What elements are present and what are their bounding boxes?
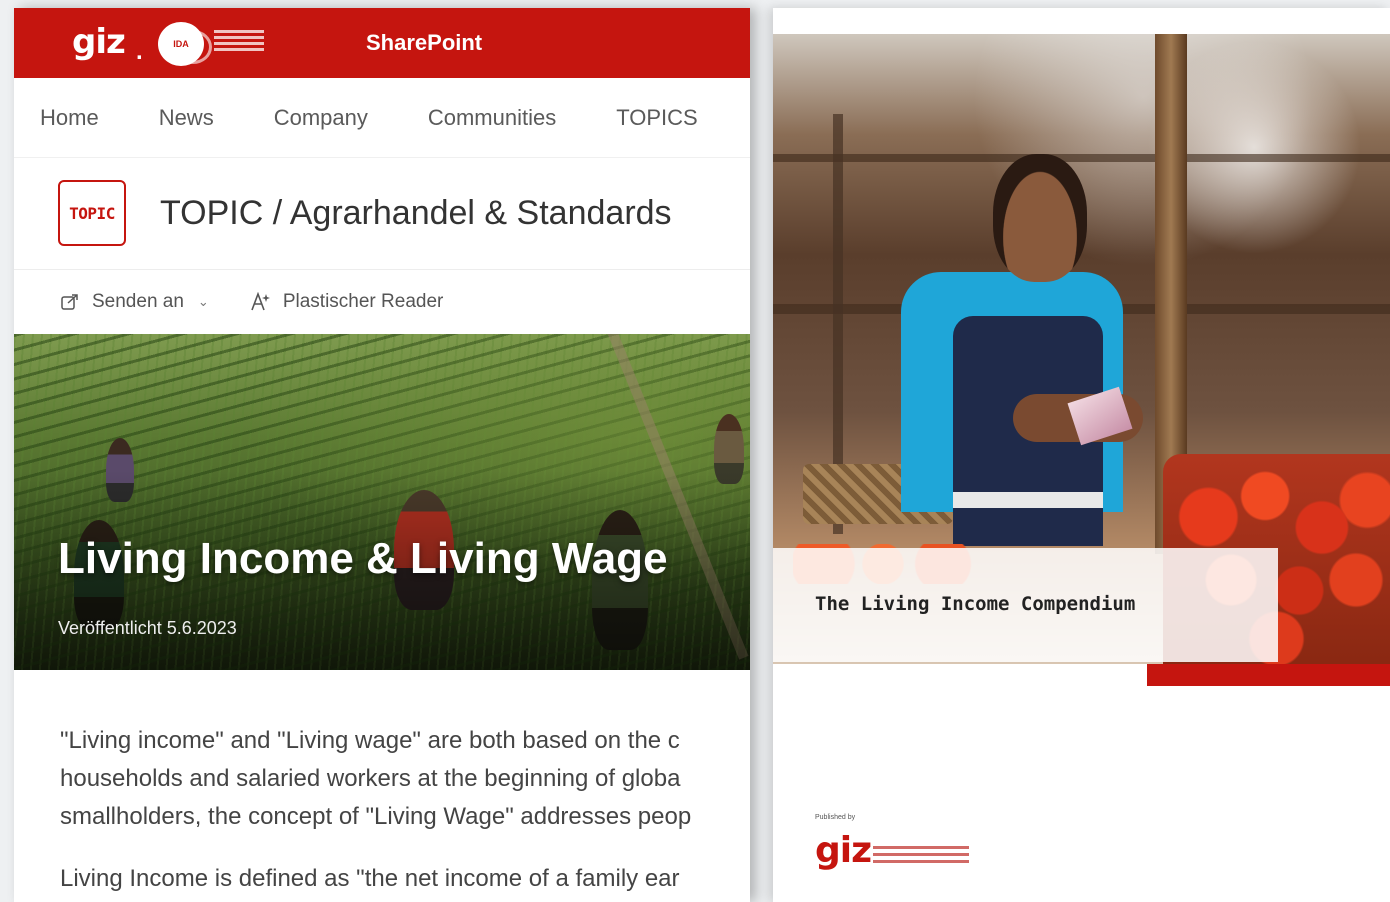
send-to-button[interactable]: Senden an ⌄ bbox=[58, 290, 209, 314]
article-body: "Living income" and "Living wage" are bo… bbox=[14, 670, 750, 898]
immersive-reader-label: Plastischer Reader bbox=[282, 291, 444, 312]
screenshot-stage: giz . IDA SharePoint Home News Company C… bbox=[0, 0, 1390, 902]
published-date: Veröffentlicht 5.6.2023 bbox=[58, 618, 237, 638]
immersive-reader-icon bbox=[249, 290, 273, 314]
article-title: Living Income & Living Wage bbox=[58, 534, 668, 583]
vendor-apron-stripe bbox=[953, 492, 1103, 508]
sharepoint-page: giz . IDA SharePoint Home News Company C… bbox=[14, 8, 750, 902]
site-logo[interactable]: TOPIC bbox=[58, 180, 126, 246]
cover-title-banner: The Living Income Compendium bbox=[773, 548, 1278, 662]
paragraph-line: "Living income" and "Living wage" are bo… bbox=[60, 727, 680, 754]
paragraph-line: Living Income is defined as "the net inc… bbox=[60, 865, 680, 892]
market-shelf bbox=[773, 154, 1390, 162]
ida-logo-text: IDA bbox=[173, 39, 189, 49]
article-paragraph: "Living income" and "Living wage" are bo… bbox=[60, 722, 750, 836]
cover-accent-bar bbox=[1147, 664, 1390, 686]
nav-item-news[interactable]: News bbox=[159, 105, 214, 131]
suite-header: giz . IDA SharePoint bbox=[14, 8, 750, 78]
hero-banner: Living Income & Living Wage Veröffentlic… bbox=[14, 334, 750, 670]
ida-logo-wordmark bbox=[214, 30, 264, 54]
cover-giz-logo: giz bbox=[815, 830, 872, 871]
logo-separator: . bbox=[136, 38, 143, 65]
site-logo-text: TOPIC bbox=[69, 203, 115, 223]
sharepoint-brand-link[interactable]: SharePoint bbox=[366, 30, 482, 56]
immersive-reader-button[interactable]: Plastischer Reader bbox=[249, 290, 444, 314]
published-by-label: Published by bbox=[815, 814, 856, 821]
send-to-label: Senden an bbox=[92, 291, 184, 312]
site-header: TOPIC TOPIC / Agrarhandel & Standards bbox=[14, 158, 750, 270]
ida-logo-icon[interactable]: IDA bbox=[158, 22, 204, 66]
paragraph-line: smallholders, the concept of "Living Wag… bbox=[60, 803, 692, 830]
vendor-head bbox=[993, 154, 1087, 282]
nav-item-company[interactable]: Company bbox=[274, 105, 368, 131]
giz-logo[interactable]: giz bbox=[72, 22, 126, 62]
nav-item-topics[interactable]: TOPICS bbox=[616, 105, 698, 131]
nav-item-communities[interactable]: Communities bbox=[428, 105, 556, 131]
cover-title: The Living Income Compendium bbox=[815, 593, 1136, 615]
share-icon bbox=[58, 290, 82, 314]
article-paragraph: Living Income is defined as "the net inc… bbox=[60, 860, 750, 898]
nav-item-home[interactable]: Home bbox=[40, 105, 99, 131]
paragraph-line: households and salaried workers at the b… bbox=[60, 765, 681, 792]
compendium-cover: The Living Income Compendium Published b… bbox=[773, 8, 1390, 902]
command-bar: Senden an ⌄ Plastischer Reader bbox=[14, 270, 750, 334]
cover-giz-wordmark bbox=[873, 846, 969, 867]
chevron-down-icon: ⌄ bbox=[197, 294, 209, 309]
hub-navigation: Home News Company Communities TOPICS bbox=[14, 78, 750, 158]
site-title[interactable]: TOPIC / Agrarhandel & Standards bbox=[160, 194, 672, 233]
